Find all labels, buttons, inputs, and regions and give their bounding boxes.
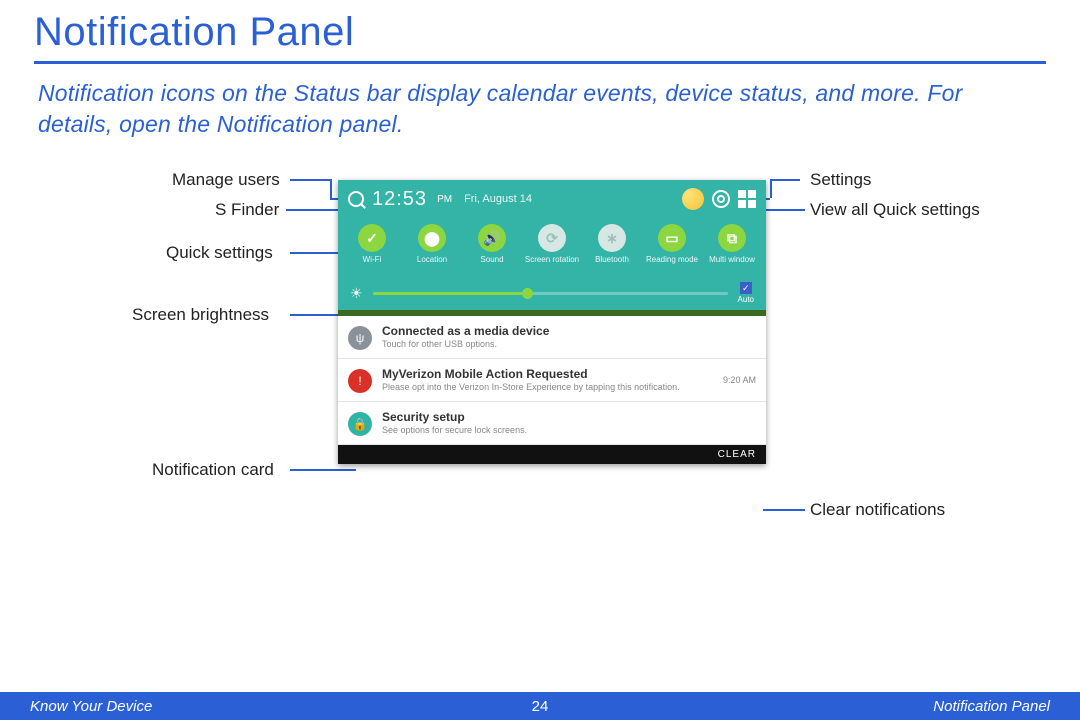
- notif-icon: !: [348, 369, 372, 393]
- qs-label: Sound: [480, 256, 503, 272]
- callout-notification-card: Notification card: [152, 460, 274, 480]
- brightness-auto[interactable]: ✓ Auto: [738, 282, 754, 304]
- quick-settings-row: ✓ Wi-Fi ⬤ Location 🔊 Sound ⟳ Screen rotation ∗ Bl…: [338, 218, 766, 276]
- qs-label: Multi window: [709, 256, 755, 272]
- footer-page: 24: [0, 698, 1080, 715]
- status-date: Fri, August 14: [464, 193, 532, 205]
- qs-icon: ∗: [598, 224, 626, 252]
- callout-view-all: View all Quick settings: [810, 200, 980, 220]
- page-title: Notification Panel: [0, 0, 1080, 61]
- qs-item[interactable]: ▭ Reading mode: [644, 224, 700, 272]
- notification-card[interactable]: ψ Connected as a media deviceTouch for ot…: [338, 316, 766, 359]
- qs-item[interactable]: ⧉ Multi window: [704, 224, 760, 272]
- qs-item[interactable]: 🔊 Sound: [464, 224, 520, 272]
- notif-subtitle: Touch for other USB options.: [382, 339, 756, 349]
- qs-icon: ▭: [658, 224, 686, 252]
- clear-button[interactable]: CLEAR: [338, 445, 766, 464]
- qs-icon: ⬤: [418, 224, 446, 252]
- status-bar: 12:53 PM Fri, August 14: [338, 180, 766, 218]
- qs-icon: ⟳: [538, 224, 566, 252]
- notif-subtitle: See options for secure lock screens.: [382, 425, 756, 435]
- brightness-slider[interactable]: [373, 292, 728, 295]
- notif-icon: 🔒: [348, 412, 372, 436]
- qs-item[interactable]: ✓ Wi-Fi: [344, 224, 400, 272]
- notif-title: Connected as a media device: [382, 324, 756, 338]
- page-footer: Know Your Device 24 Notification Panel: [0, 692, 1080, 720]
- diagram: Manage users S Finder Quick settings Scr…: [40, 170, 1040, 590]
- notif-title: Security setup: [382, 410, 756, 424]
- qs-label: Screen rotation: [525, 256, 579, 272]
- qs-item[interactable]: ⟳ Screen rotation: [524, 224, 580, 272]
- grid-icon[interactable]: [738, 190, 756, 208]
- callout-screen-brightness: Screen brightness: [132, 305, 269, 325]
- phone-panel: 12:53 PM Fri, August 14 ✓ Wi-Fi ⬤ Location 🔊…: [338, 180, 766, 464]
- callout-settings: Settings: [810, 170, 871, 190]
- qs-label: Wi-Fi: [363, 256, 382, 272]
- lead: [290, 469, 356, 471]
- notification-card[interactable]: ! MyVerizon Mobile Action RequestedPlease…: [338, 359, 766, 402]
- callout-clear-notifications: Clear notifications: [810, 500, 945, 520]
- notif-icon: ψ: [348, 326, 372, 350]
- lead: [330, 179, 332, 198]
- lead: [290, 179, 330, 181]
- qs-icon: ✓: [358, 224, 386, 252]
- callout-quick-settings: Quick settings: [166, 243, 273, 263]
- qs-item[interactable]: ⬤ Location: [404, 224, 460, 272]
- qs-label: Bluetooth: [595, 256, 629, 272]
- title-divider: [34, 61, 1046, 64]
- qs-item[interactable]: ∗ Bluetooth: [584, 224, 640, 272]
- qs-label: Location: [417, 256, 447, 272]
- qs-label: Reading mode: [646, 256, 698, 272]
- status-ampm: PM: [437, 194, 452, 205]
- user-avatar-icon[interactable]: [682, 188, 704, 210]
- gear-icon[interactable]: [712, 190, 730, 208]
- search-icon[interactable]: [348, 191, 364, 207]
- notification-card[interactable]: 🔒 Security setupSee options for secure lo…: [338, 402, 766, 445]
- notif-subtitle: Please opt into the Verizon In-Store Exp…: [382, 382, 713, 392]
- qs-icon: 🔊: [478, 224, 506, 252]
- notif-time: 9:20 AM: [723, 375, 756, 385]
- intro-text: Notification icons on the Status bar dis…: [0, 78, 1010, 140]
- callout-s-finder: S Finder: [215, 200, 279, 220]
- lead: [763, 509, 805, 511]
- brightness-row: ☀ ✓ Auto: [338, 276, 766, 310]
- lead: [770, 179, 800, 181]
- lead: [770, 179, 772, 198]
- notif-title: MyVerizon Mobile Action Requested: [382, 367, 713, 381]
- brightness-icon: ☀: [350, 285, 363, 302]
- status-time: 12:53: [372, 188, 427, 211]
- qs-icon: ⧉: [718, 224, 746, 252]
- callout-manage-users: Manage users: [172, 170, 280, 190]
